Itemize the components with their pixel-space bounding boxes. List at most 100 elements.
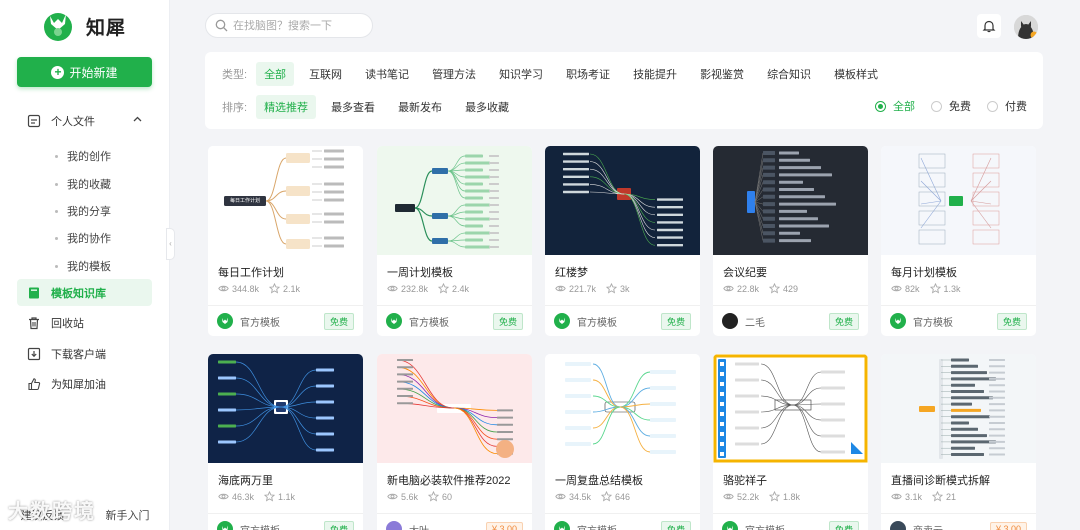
template-title[interactable]: 直播间诊断模式拆解 <box>891 472 990 488</box>
template-title[interactable]: 红楼梦 <box>555 264 588 280</box>
logo[interactable]: 知犀 <box>42 10 126 42</box>
author-avatar[interactable] <box>890 313 906 329</box>
author-avatar[interactable] <box>386 313 402 329</box>
price-radio-all[interactable]: 全部 <box>875 98 915 114</box>
sidebar-item-personal-files[interactable]: 个人文件 <box>17 107 152 134</box>
view-count: 82k <box>891 283 920 294</box>
sidebar-collapse-toggle[interactable]: ‹ <box>166 228 175 260</box>
template-card[interactable]: 红楼梦 221.7k 3k 官方模板 免费 <box>545 146 700 336</box>
bullet-dot <box>55 209 58 213</box>
eye-icon <box>891 285 902 292</box>
author-name[interactable]: 官方模板 <box>409 314 493 329</box>
rhino-logo-icon <box>44 13 72 41</box>
new-create-button[interactable]: + 开始新建 <box>17 57 152 87</box>
author-name[interactable]: 官方模板 <box>240 314 324 329</box>
template-title[interactable]: 每月计划模板 <box>891 264 957 280</box>
view-count: 34.5k <box>555 491 591 502</box>
sidebar-subitem-my-collab[interactable]: 我的协作 <box>55 230 111 246</box>
template-title[interactable]: 每日工作计划 <box>218 264 284 280</box>
author-avatar[interactable] <box>386 521 402 530</box>
template-thumbnail[interactable] <box>545 354 700 463</box>
type-chip-internet[interactable]: 互联网 <box>301 62 350 86</box>
template-card[interactable]: 海底两万里 46.3k 1.1k 官方模板 免费 <box>208 354 363 530</box>
template-thumbnail[interactable] <box>377 146 532 255</box>
template-title[interactable]: 骆驼祥子 <box>723 472 767 488</box>
type-chip-knowledge[interactable]: 知识学习 <box>491 62 551 86</box>
template-thumbnail-graphic <box>565 362 676 454</box>
author-name[interactable]: 官方模板 <box>913 314 997 329</box>
template-stats: 221.7k 3k <box>555 283 640 294</box>
star-count-value: 1.1k <box>278 491 296 502</box>
template-thumbnail[interactable]: 每日工作计划 <box>208 146 363 255</box>
template-card[interactable]: 骆驼祥子 52.2k 1.8k 官方模板 免费 <box>713 354 868 530</box>
template-title[interactable]: 海底两万里 <box>218 472 273 488</box>
template-stats: 5.6k 60 <box>387 491 462 502</box>
author-name[interactable]: 二毛 <box>745 314 829 329</box>
type-chip-reading-notes[interactable]: 读书笔记 <box>357 62 417 86</box>
template-title[interactable]: 一周计划模板 <box>387 264 453 280</box>
template-title[interactable]: 一周复盘总结模板 <box>555 472 643 488</box>
beginner-guide-link[interactable]: 新手入门 <box>106 507 150 523</box>
template-title[interactable]: 会议纪要 <box>723 264 767 280</box>
author-avatar[interactable] <box>722 521 738 530</box>
template-thumbnail[interactable] <box>881 146 1036 255</box>
template-card[interactable]: 每日工作计划 每日工作计划 344.8k 2.1k 官方模板 免费 <box>208 146 363 336</box>
author-avatar[interactable] <box>722 313 738 329</box>
type-chip-general[interactable]: 综合知识 <box>759 62 819 86</box>
template-card[interactable]: 一周复盘总结模板 34.5k 646 官方模板 免费 <box>545 354 700 530</box>
author-avatar[interactable] <box>890 521 906 530</box>
radio-circle <box>987 100 998 112</box>
sidebar-subitem-my-templates[interactable]: 我的模板 <box>55 258 111 274</box>
sidebar-subitem-my-creations[interactable]: 我的创作 <box>55 148 111 164</box>
author-name[interactable]: 大叶 <box>409 522 486 530</box>
sidebar-subitem-my-shares[interactable]: 我的分享 <box>55 203 111 219</box>
template-thumbnail[interactable] <box>208 354 363 463</box>
template-card[interactable]: 直播间诊断模式拆解 3.1k 21 商卖云 ¥ 3.00 <box>881 354 1036 530</box>
sort-chip-most-favorited[interactable]: 最多收藏 <box>457 95 517 119</box>
template-thumbnail-graphic <box>563 152 683 247</box>
author-name[interactable]: 官方模板 <box>577 314 661 329</box>
template-footer: 官方模板 免费 <box>713 513 868 530</box>
view-count: 344.8k <box>218 283 259 294</box>
template-thumbnail[interactable] <box>377 354 532 463</box>
sidebar-item-template-library[interactable]: 模板知识库 <box>17 279 152 306</box>
sidebar-item-cheer[interactable]: 为知犀加油 <box>17 370 152 397</box>
sort-chip-featured[interactable]: 精选推荐 <box>256 95 317 119</box>
template-thumbnail[interactable] <box>545 146 700 255</box>
price-radio-free[interactable]: 免费 <box>931 98 971 114</box>
sort-chip-newest[interactable]: 最新发布 <box>390 95 450 119</box>
chevron-up-icon[interactable] <box>133 115 142 124</box>
template-thumbnail[interactable] <box>713 354 868 463</box>
author-name[interactable]: 官方模板 <box>577 522 661 530</box>
template-thumbnail[interactable] <box>713 146 868 255</box>
search-input[interactable] <box>233 19 363 32</box>
search-bar[interactable] <box>205 13 373 38</box>
type-chip-certification[interactable]: 职场考证 <box>558 62 618 86</box>
template-card[interactable]: 新电脑必装软件推荐2022 5.6k 60 大叶 ¥ 3.00 <box>377 354 532 530</box>
notifications-button[interactable] <box>977 14 1001 38</box>
template-thumbnail[interactable] <box>881 354 1036 463</box>
template-card[interactable]: 一周计划模板 232.8k 2.4k 官方模板 免费 <box>377 146 532 336</box>
sidebar-item-download-client[interactable]: 下载客户端 <box>17 340 152 367</box>
type-chip-template-style[interactable]: 模板样式 <box>826 62 886 86</box>
type-chip-management[interactable]: 管理方法 <box>424 62 484 86</box>
type-chip-all[interactable]: 全部 <box>256 62 295 86</box>
template-card[interactable]: 每月计划模板 82k 1.3k 官方模板 免费 <box>881 146 1036 336</box>
sidebar-subitem-my-favorites[interactable]: 我的收藏 <box>55 176 111 192</box>
author-name[interactable]: 官方模板 <box>745 522 829 530</box>
type-chip-film[interactable]: 影视鉴赏 <box>692 62 752 86</box>
sort-chip-most-viewed[interactable]: 最多查看 <box>323 95 383 119</box>
user-avatar[interactable] <box>1014 15 1038 39</box>
author-avatar[interactable] <box>554 313 570 329</box>
template-card[interactable]: 会议纪要 22.8k 429 二毛 免费 <box>713 146 868 336</box>
price-radio-paid[interactable]: 付费 <box>987 98 1027 114</box>
new-create-label: 开始新建 <box>69 65 118 80</box>
author-avatar[interactable] <box>554 521 570 530</box>
author-name[interactable]: 官方模板 <box>240 522 324 530</box>
type-chip-skills[interactable]: 技能提升 <box>625 62 685 86</box>
sidebar-item-recycle-bin[interactable]: 回收站 <box>17 309 152 336</box>
template-title[interactable]: 新电脑必装软件推荐2022 <box>387 472 510 488</box>
author-avatar[interactable] <box>217 521 233 530</box>
author-avatar[interactable] <box>217 313 233 329</box>
author-name[interactable]: 商卖云 <box>913 522 990 530</box>
